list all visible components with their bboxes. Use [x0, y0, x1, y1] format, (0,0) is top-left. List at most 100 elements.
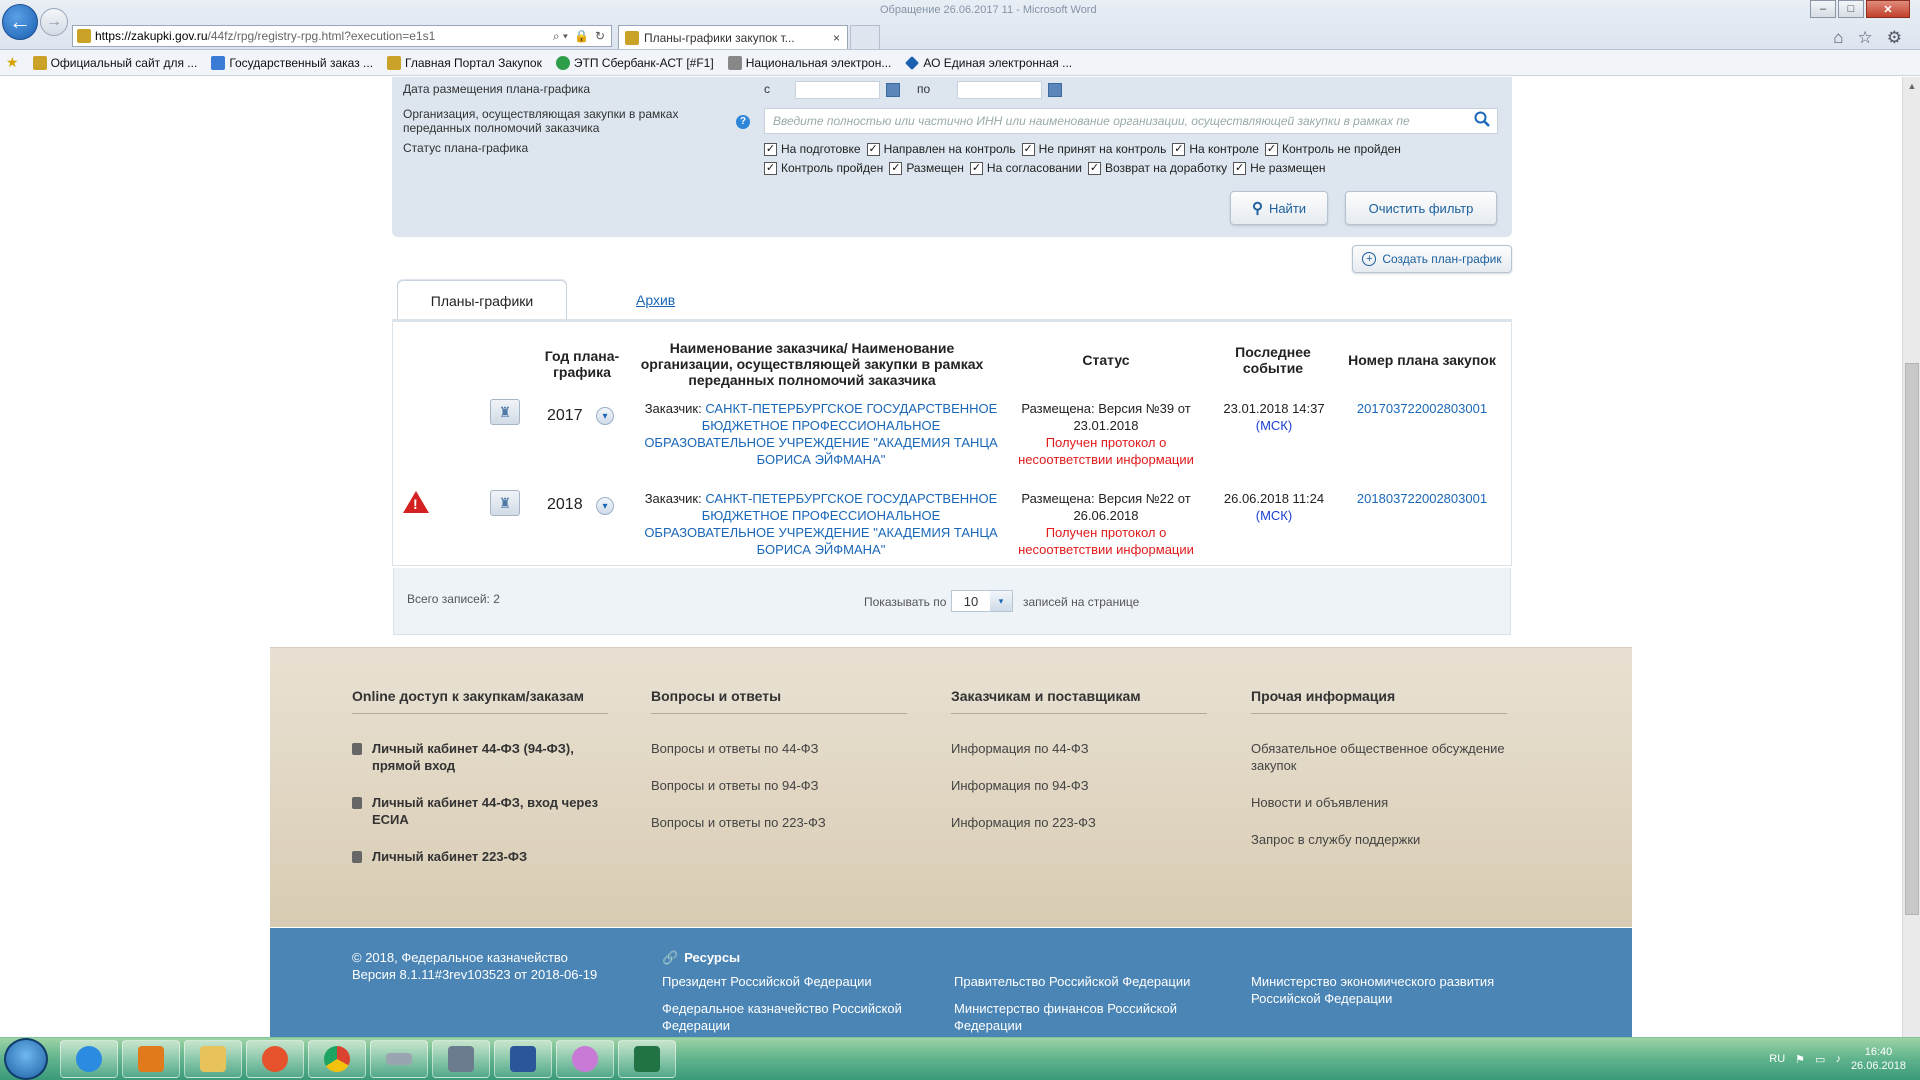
volume-icon[interactable]: ♪: [1835, 1053, 1841, 1065]
taskbar-explorer[interactable]: [184, 1040, 242, 1078]
tab-archive[interactable]: Архив: [636, 292, 675, 308]
create-plan-button[interactable]: + Создать план-график: [1352, 245, 1512, 273]
search-icon[interactable]: [1474, 111, 1494, 131]
status-checkbox[interactable]: ✓ Размещен: [889, 161, 964, 175]
taskbar-excel[interactable]: [618, 1040, 676, 1078]
favorites-add-icon[interactable]: ★: [6, 54, 19, 71]
browser-tab-active[interactable]: Планы-графики закупок т... ×: [618, 25, 848, 49]
taskbar-media-player[interactable]: [122, 1040, 180, 1078]
status-checkbox[interactable]: ✓ На согласовании: [969, 161, 1082, 175]
language-indicator[interactable]: RU: [1769, 1053, 1785, 1065]
resource-link[interactable]: Президент Российской Федерации: [662, 973, 872, 990]
search-dropdown-icon[interactable]: ⌕ ▾: [553, 29, 568, 44]
row-dropdown-icon[interactable]: ▾: [596, 407, 614, 425]
footer-link[interactable]: Информация по 94-ФЗ: [951, 777, 1089, 794]
footer-link[interactable]: Вопросы и ответы по 44-ФЗ: [651, 740, 819, 757]
date-from-input[interactable]: [795, 81, 880, 99]
checkbox-checked[interactable]: ✓: [764, 161, 777, 175]
scroll-thumb[interactable]: [1905, 363, 1919, 915]
favorite-link[interactable]: Национальная электрон...: [727, 55, 891, 70]
taskbar-paint[interactable]: [556, 1040, 614, 1078]
calendar-icon[interactable]: [1048, 83, 1062, 97]
org-search-input[interactable]: Введите полностью или частично ИНН или н…: [764, 108, 1498, 134]
status-checkbox[interactable]: ✓ Возврат на доработку: [1087, 161, 1227, 175]
footer-link[interactable]: Информация по 223-ФЗ: [951, 814, 1096, 831]
filter-panel: [392, 77, 1512, 237]
url-text[interactable]: https://zakupki.gov.ru/44fz/rpg/registry…: [95, 29, 553, 43]
status-checkbox[interactable]: ✓ Не принят на контроль: [1021, 142, 1166, 156]
refresh-icon[interactable]: ↻: [595, 29, 605, 44]
find-button[interactable]: ⚲ Найти: [1230, 191, 1328, 225]
footer-link[interactable]: Вопросы и ответы по 223-ФЗ: [651, 814, 826, 831]
taskbar-chrome[interactable]: [308, 1040, 366, 1078]
status-checkbox[interactable]: ✓ Не размещен: [1233, 161, 1325, 175]
plan-document-icon[interactable]: ♜: [490, 399, 520, 425]
tab-plans[interactable]: Планы-графики: [397, 280, 567, 320]
per-page-select[interactable]: 10 ▾: [951, 590, 1013, 612]
favorite-link[interactable]: Официальный сайт для ...: [32, 55, 197, 70]
new-tab-button[interactable]: [850, 25, 880, 49]
footer-cabinet-link[interactable]: Личный кабинет 44-ФЗ, вход через ЕСИА: [352, 794, 622, 828]
footer-link[interactable]: Обязательное общественное обсуждение зак…: [1251, 740, 1541, 774]
address-bar[interactable]: https://zakupki.gov.ru/44fz/rpg/registry…: [72, 25, 612, 47]
favorite-site-icon: [727, 55, 742, 70]
settings-gear-icon[interactable]: ⚙: [1887, 28, 1902, 48]
status-checkbox[interactable]: ✓ Контроль не пройден: [1264, 142, 1401, 156]
taskbar-word[interactable]: [494, 1040, 552, 1078]
plan-document-icon[interactable]: ♜: [490, 490, 520, 516]
network-icon[interactable]: ▭: [1815, 1053, 1825, 1066]
favorites-star-icon[interactable]: ☆: [1858, 28, 1873, 48]
row-dropdown-icon[interactable]: ▾: [596, 497, 614, 515]
favorite-link[interactable]: Главная Портал Закупок: [387, 55, 542, 70]
checkbox-checked[interactable]: ✓: [1087, 161, 1101, 175]
status-checkbox[interactable]: ✓ На контроле: [1172, 142, 1259, 156]
calendar-icon[interactable]: [886, 83, 900, 97]
plan-number-link[interactable]: 201703722002803001: [1336, 400, 1508, 417]
checkbox-checked[interactable]: ✓: [1264, 142, 1278, 156]
forward-button[interactable]: →: [40, 8, 68, 36]
checkbox-checked[interactable]: ✓: [889, 161, 903, 175]
footer-cabinet-link[interactable]: Личный кабинет 44-ФЗ (94-ФЗ), прямой вхо…: [352, 740, 622, 774]
taskbar-scanner[interactable]: [370, 1040, 428, 1078]
help-icon[interactable]: ?: [736, 115, 750, 129]
checkbox-checked[interactable]: ✓: [764, 142, 777, 156]
checkbox-checked[interactable]: ✓: [1233, 161, 1247, 175]
favorite-link[interactable]: ЭТП Сбербанк-АСТ [#F1]: [555, 55, 714, 70]
page-scrollbar[interactable]: ▲: [1902, 77, 1920, 1037]
checkbox-checked[interactable]: ✓: [969, 161, 983, 175]
footer-link[interactable]: Информация по 44-ФЗ: [951, 740, 1089, 757]
status-checkbox[interactable]: ✓ Контроль пройден: [764, 161, 883, 175]
checkbox-checked[interactable]: ✓: [1021, 142, 1035, 156]
tab-close-icon[interactable]: ×: [833, 31, 847, 45]
action-center-icon[interactable]: ⚑: [1795, 1053, 1805, 1066]
footer-cabinet-link[interactable]: Личный кабинет 223-ФЗ: [352, 848, 622, 865]
clock[interactable]: 16:40 26.06.2018: [1851, 1045, 1906, 1073]
date-to-input[interactable]: [957, 81, 1042, 99]
scroll-up-icon[interactable]: ▲: [1903, 77, 1920, 95]
favorite-link[interactable]: Государственный заказ ...: [211, 55, 373, 70]
taskbar-ie[interactable]: [60, 1040, 118, 1078]
resource-link[interactable]: Правительство Российской Федерации: [954, 973, 1190, 990]
footer-link[interactable]: Новости и объявления: [1251, 794, 1388, 811]
home-icon[interactable]: ⌂: [1833, 28, 1843, 48]
status-checkbox[interactable]: ✓ На подготовке: [764, 142, 861, 156]
checkbox-checked[interactable]: ✓: [1172, 142, 1186, 156]
maximize-button[interactable]: □: [1838, 0, 1864, 18]
status-checkbox[interactable]: ✓ Направлен на контроль: [866, 142, 1016, 156]
resource-link[interactable]: Федеральное казначейство Российской Феде…: [662, 1000, 932, 1034]
clear-filter-button[interactable]: Очистить фильтр: [1345, 191, 1497, 225]
start-button[interactable]: [4, 1038, 48, 1080]
footer-link[interactable]: Запрос в службу поддержки: [1251, 831, 1420, 848]
resource-link[interactable]: Министерство финансов Российской Федерац…: [954, 1000, 1224, 1034]
close-window-button[interactable]: ✕: [1866, 0, 1910, 18]
plan-number-link[interactable]: 201803722002803001: [1336, 490, 1508, 507]
resource-link[interactable]: Министерство экономического развития Рос…: [1251, 973, 1551, 1007]
taskbar-firefox[interactable]: [246, 1040, 304, 1078]
footer-link[interactable]: Вопросы и ответы по 94-ФЗ: [651, 777, 819, 794]
taskbar-app[interactable]: [432, 1040, 490, 1078]
favorite-link[interactable]: АО Единая электронная ...: [905, 56, 1072, 70]
back-button[interactable]: ←: [2, 4, 38, 40]
minimize-button[interactable]: –: [1810, 0, 1836, 18]
checkbox-checked[interactable]: ✓: [866, 142, 880, 156]
lock-icon[interactable]: 🔒: [574, 29, 589, 44]
